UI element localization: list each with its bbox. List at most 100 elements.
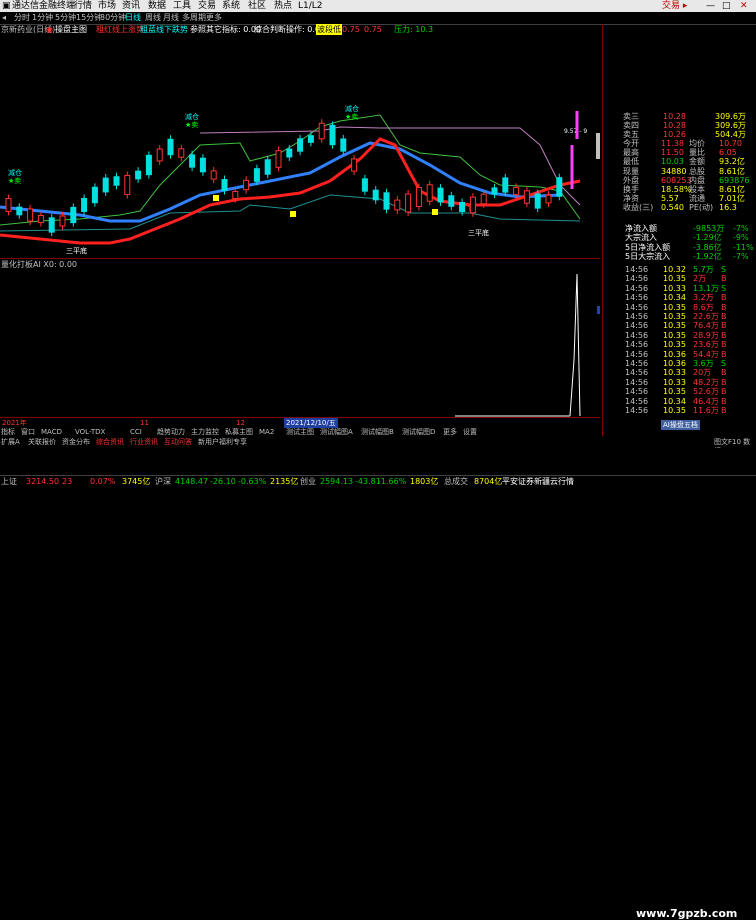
reduce-label-1: 减仓 [8, 168, 22, 177]
bottom-tab[interactable]: 私募主图 [225, 428, 253, 437]
tick-price: 10.35 [663, 406, 686, 415]
period-tab-daily[interactable]: 日线 [125, 12, 141, 24]
bottom-subtab[interactable]: 新用户福利专享 [198, 438, 247, 447]
candle-body [426, 184, 433, 202]
menu-item-xitong[interactable]: 系统 [222, 0, 240, 12]
menu-item-shuju[interactable]: 数据 [148, 0, 166, 12]
bottom-tab[interactable]: VOL-TDX [75, 428, 105, 437]
bottom-subtab[interactable]: 互动问答 [164, 438, 192, 447]
stat-label: 收益(三) [623, 203, 654, 213]
minimize-icon[interactable]: — [706, 0, 715, 12]
signal-square-1 [290, 211, 296, 217]
bottom-tab[interactable]: 趋势动力 [157, 428, 185, 437]
candle-body [545, 194, 552, 204]
main-indicator-icon[interactable]: ◉ [46, 24, 53, 35]
period-tab-30min[interactable]: 30分钟 [100, 12, 126, 24]
menu-item-gongju[interactable]: 工具 [173, 0, 191, 12]
candle-body [340, 138, 347, 152]
period-tab-weekly[interactable]: 周线 [145, 12, 161, 24]
bottom-subtab[interactable]: 资金分布 [62, 438, 90, 447]
candle-body [189, 154, 196, 168]
bottom-subtab[interactable]: 关联报价 [28, 438, 56, 447]
menu-item-zixun[interactable]: 资讯 [122, 0, 140, 12]
period-tab-fenshi[interactable]: 分时 [14, 12, 30, 24]
bottom-tab[interactable]: 测试主图 [286, 428, 314, 437]
bottom-tab[interactable]: MACD [41, 428, 62, 437]
main-indicator-label[interactable]: 操盘主图 [55, 24, 87, 35]
menu-item-jiaoyi[interactable]: 交易 [198, 0, 216, 12]
bottom-subtab[interactable]: 综合资讯 [96, 438, 124, 447]
candle-body [102, 177, 109, 193]
bottom-tab[interactable]: 主力监控 [191, 428, 219, 437]
period-tab-monthly[interactable]: 月线 [163, 12, 179, 24]
signal-square-2 [432, 209, 438, 215]
hs-change: -26.10 [210, 477, 236, 486]
bottom-subtab[interactable]: 扩展A [1, 438, 20, 447]
bottom-tab[interactable]: 设置 [463, 428, 477, 437]
indicator-chart[interactable] [0, 270, 600, 417]
bottom-tab[interactable]: 窗口 [21, 428, 35, 437]
reduce-label-2: 减仓 [185, 112, 199, 121]
sh-value: 3214.50 [26, 477, 60, 486]
period-tab-multi[interactable]: 多周期 [182, 12, 206, 24]
cy-name[interactable]: 创业 [300, 476, 316, 488]
bottom-subtab[interactable]: 行业资讯 [130, 438, 158, 447]
axis-cursor-date: 2021/12/10/五 [284, 418, 338, 428]
quote-panel: 卖三 10.28 309.6万 卖四 10.28 309.6万 卖五 10.26… [602, 24, 756, 436]
indicator-label[interactable]: 量化打板AI X0: 0.00 [1, 259, 77, 270]
close-icon[interactable]: ✕ [740, 0, 748, 12]
candle-body [264, 159, 271, 175]
candle-body [145, 154, 152, 176]
cy-value: 2594.13 [320, 477, 354, 486]
candle-body [5, 198, 12, 212]
period-tab-more[interactable]: 更多 [206, 12, 222, 24]
candle-body [329, 124, 336, 146]
sh-change: 23 [62, 477, 73, 486]
signal-square-3 [213, 195, 219, 201]
bottom-tab[interactable]: 更多 [443, 428, 457, 437]
menu-item-shequ[interactable]: 社区 [248, 0, 266, 12]
period-tab-1min[interactable]: 1分钟 [32, 12, 53, 24]
candle-body [167, 138, 174, 156]
bottom-tab[interactable]: 测试幅图D [402, 428, 435, 437]
candle-body [459, 201, 466, 213]
bottom-tab[interactable]: 测试幅图A [320, 428, 353, 437]
stat-label: PE(动) [689, 203, 714, 213]
sh-name[interactable]: 上证 [1, 476, 17, 488]
bottom-tab[interactable]: 测试幅图B [361, 428, 394, 437]
hs-name[interactable]: 沪深 [155, 476, 171, 488]
total-value: 8704亿 [474, 477, 503, 486]
triple-bottom-label-1: 三平底 [66, 246, 87, 255]
toolbar-nav-icon[interactable]: ◂ [2, 12, 6, 24]
period-tab-5min[interactable]: 5分钟 [55, 12, 76, 24]
status-area: www.7gpzb.com 上证 3214.50 23 0.07% 3745亿 … [0, 448, 756, 920]
axis-month-12: 12 [236, 419, 245, 427]
right-scrollbar[interactable] [596, 133, 600, 159]
menu-item-hangqing[interactable]: 行情 [74, 0, 92, 12]
candle-body [221, 179, 228, 191]
indicator-header: 量化打板AI X0: 0.00 [0, 258, 600, 270]
period-tab-15min[interactable]: 15分钟 [76, 12, 102, 24]
candle-body [199, 157, 206, 173]
candle-body [372, 189, 379, 201]
time-axis: 2021年 11 12 2021/12/10/五 [0, 417, 600, 428]
candle-body [135, 170, 142, 180]
bottom-tab[interactable]: CCI [130, 428, 142, 437]
broker-trade-button[interactable]: 交易 ▸ [662, 0, 687, 12]
info-up-trend: 粗红线上涨势 [96, 25, 144, 34]
news-ticker[interactable]: 平安证券新疆云行情 [502, 476, 574, 488]
menu-item-shichang[interactable]: 市场 [98, 0, 116, 12]
f10-data-tab[interactable]: 图文F10 数据 [714, 438, 756, 455]
candle-body [513, 186, 520, 196]
flow-pct: -7% [733, 251, 749, 261]
bottom-tab[interactable]: 指标 [1, 428, 15, 437]
menu-item-redian[interactable]: 热点 [274, 0, 292, 12]
candle-body [27, 208, 34, 222]
candle-body [232, 190, 239, 200]
bottom-tab[interactable]: MA2 [259, 428, 274, 437]
flow-row: 5日大宗流入 -1.92亿 -7% [603, 251, 756, 262]
candlestick-chart[interactable]: 减仓 ★卖 减仓 ★卖 减仓 ★卖 三平底 三平底 ↑ 9.57 - 9 [0, 35, 600, 258]
menu-item-l1l2[interactable]: L1/L2 [298, 0, 323, 12]
maximize-icon[interactable]: □ [722, 0, 731, 12]
candle-body [415, 187, 422, 207]
